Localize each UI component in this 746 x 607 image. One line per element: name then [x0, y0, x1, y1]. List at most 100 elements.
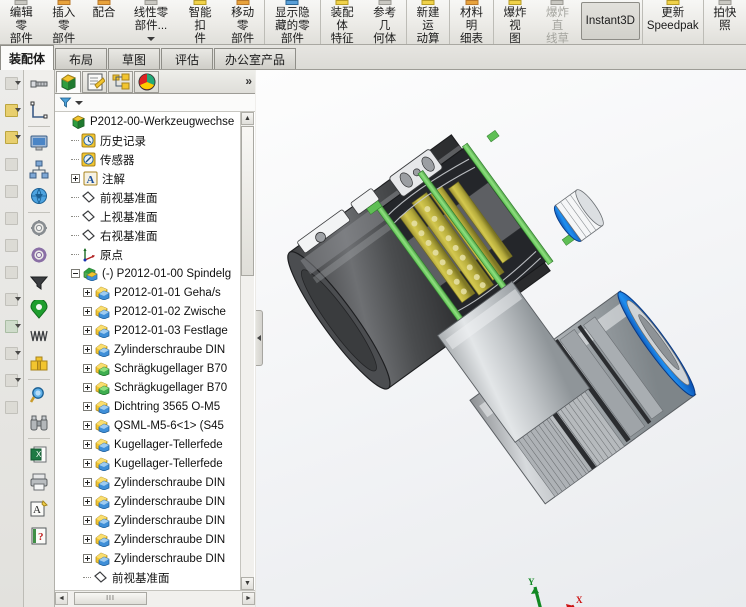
chevron-down-icon[interactable]: [15, 351, 21, 355]
tree-node[interactable]: Zylinderschraube DIN: [55, 530, 255, 549]
toolbar-b-slot-1[interactable]: [24, 97, 54, 124]
sketch-corner-icon[interactable]: [29, 101, 49, 121]
tree-node[interactable]: Zylinderschraube DIN: [55, 492, 255, 511]
ribbon-item-instant3d-icon[interactable]: Instant3D: [580, 2, 640, 40]
gear-settings-icon[interactable]: [29, 219, 49, 239]
toolbox-icon[interactable]: [29, 354, 49, 374]
ribbon-item-reference-geometry-icon[interactable]: 参考几 何体: [363, 0, 405, 44]
tree-node[interactable]: Dichtring 3565 O-M5: [55, 397, 255, 416]
chevron-down-icon[interactable]: [146, 37, 155, 41]
horizontal-scroll-thumb[interactable]: III: [74, 592, 147, 605]
excel-sheet-icon[interactable]: X: [29, 445, 49, 465]
toolbar-a-slot-9[interactable]: [0, 313, 23, 340]
printer-icon[interactable]: [29, 472, 49, 492]
bolt-icon[interactable]: [29, 74, 49, 94]
toolbar-a-slot-0[interactable]: [0, 70, 23, 97]
assembly-tree-icon[interactable]: [29, 160, 49, 180]
toolbar-a-slot-8[interactable]: [0, 286, 23, 313]
command-tab-0[interactable]: 装配体: [0, 45, 54, 70]
ghost-blue-icon[interactable]: [5, 401, 18, 414]
tree-node[interactable]: 原点: [55, 245, 255, 264]
vertical-scroll-thumb[interactable]: [241, 126, 254, 276]
chevron-down-icon[interactable]: [15, 297, 21, 301]
toolbar-b-slot-17[interactable]: X: [24, 441, 54, 468]
toolbar-b-slot-0[interactable]: [24, 70, 54, 97]
magnifier-icon[interactable]: [29, 386, 49, 406]
tree-node[interactable]: P2012-01-02 Zwische: [55, 302, 255, 321]
toolbar-a-slot-1[interactable]: [0, 97, 23, 124]
ghost-gray-icon[interactable]: [5, 239, 18, 252]
toolbar-a-slot-4[interactable]: [0, 178, 23, 205]
tree-node[interactable]: Schrägkugellager B70: [55, 378, 255, 397]
ribbon-item-insert-component-icon[interactable]: 插入零 部件: [42, 0, 84, 44]
ribbon-item-exploded-view-icon[interactable]: 爆炸视 图: [492, 0, 536, 44]
ribbon-item-edit-component-icon[interactable]: 编辑零 部件: [0, 0, 42, 44]
toolbar-a-slot-10[interactable]: [0, 340, 23, 367]
ribbon-item-assembly-feature-icon[interactable]: 装配体 特征: [319, 0, 363, 44]
tree-node[interactable]: A 注解: [55, 169, 255, 188]
feature-manager-tab-feature-manager-icon[interactable]: [56, 71, 81, 93]
expand-node-button[interactable]: [83, 402, 92, 411]
chevron-down-icon[interactable]: [15, 324, 21, 328]
expand-node-button[interactable]: [83, 421, 92, 430]
tree-node[interactable]: QSML-M5-6<1> (S45: [55, 416, 255, 435]
expand-node-button[interactable]: [83, 288, 92, 297]
funnel-icon[interactable]: [29, 273, 49, 293]
help-doc-icon[interactable]: ?: [29, 526, 49, 546]
ribbon-item-explode-line-sketch-icon[interactable]: 爆炸直 线草图: [536, 0, 578, 44]
toolbar-b-slot-18[interactable]: [24, 468, 54, 495]
toolbar-b-slot-9[interactable]: [24, 269, 54, 296]
expand-node-button[interactable]: [83, 459, 92, 468]
scroll-left-arrow[interactable]: ◄: [55, 592, 68, 605]
toolbar-b-slot-15[interactable]: [24, 409, 54, 436]
cad-model-spindle-assembly[interactable]: X Y Z: [256, 70, 746, 607]
filter-funnel-icon[interactable]: [59, 96, 72, 109]
chevron-down-icon[interactable]: [15, 378, 21, 382]
tree-node[interactable]: P2012-01-01 Geha/s: [55, 283, 255, 302]
chevron-down-icon[interactable]: [15, 81, 21, 85]
toolbar-b-slot-3[interactable]: [24, 129, 54, 156]
toolbar-b-slot-10[interactable]: [24, 296, 54, 323]
feature-manager-tab-property-manager-icon[interactable]: [82, 71, 107, 93]
ribbon-item-new-motion-study-icon[interactable]: 新建运 动算例: [405, 0, 449, 44]
graphics-viewport[interactable]: X Y Z: [256, 70, 746, 607]
tree-node[interactable]: 历史记录: [55, 131, 255, 150]
command-tab-1[interactable]: 布局: [55, 48, 107, 69]
chevron-down-icon[interactable]: [15, 135, 21, 139]
ghost-gray-icon[interactable]: [5, 212, 18, 225]
gear-purple-icon[interactable]: [29, 246, 49, 266]
location-pin-icon[interactable]: [29, 299, 49, 320]
more-tabs-button[interactable]: »: [245, 74, 252, 88]
tree-node[interactable]: 传感器: [55, 150, 255, 169]
scroll-right-arrow[interactable]: ►: [242, 592, 255, 605]
toolbar-a-slot-5[interactable]: [0, 205, 23, 232]
tree-node[interactable]: Zylinderschraube DIN: [55, 549, 255, 568]
toolbar-b-slot-8[interactable]: [24, 242, 54, 269]
ribbon-item-bill-of-materials-icon[interactable]: 材料明 细表: [449, 0, 492, 44]
tree-node[interactable]: Zylinderschraube DIN: [55, 511, 255, 530]
scroll-down-arrow[interactable]: ▼: [241, 577, 254, 590]
tree-vertical-scrollbar[interactable]: ▲ ▼: [240, 112, 254, 590]
command-tab-4[interactable]: 办公室产品: [214, 48, 296, 69]
expand-node-button[interactable]: [83, 497, 92, 506]
scroll-up-arrow[interactable]: ▲: [241, 112, 254, 125]
expand-node-button[interactable]: [83, 554, 92, 563]
ghost-gray-icon[interactable]: [5, 185, 18, 198]
ribbon-item-move-component-icon[interactable]: 移动零 部件: [221, 0, 263, 44]
expand-node-button[interactable]: [71, 174, 80, 183]
tree-filter-bar[interactable]: [55, 94, 255, 112]
command-tab-2[interactable]: 草图: [108, 48, 160, 69]
chevron-down-icon[interactable]: [75, 100, 83, 105]
tree-node[interactable]: 上视基准面: [55, 207, 255, 226]
spring-icon[interactable]: [29, 327, 49, 347]
annotate-a-icon[interactable]: A: [29, 499, 49, 519]
toolbar-a-slot-6[interactable]: [0, 232, 23, 259]
toolbar-b-slot-20[interactable]: ?: [24, 522, 54, 549]
ribbon-item-update-speedpak-icon[interactable]: 更新 Speedpak: [641, 0, 703, 44]
feature-tree[interactable]: P2012-00-Werkzeugwechse 历史记录 传感器 A 注解 前视基准面 上视…: [55, 112, 255, 590]
toolbar-b-slot-5[interactable]: [24, 183, 54, 210]
tree-node[interactable]: 前视基准面: [55, 188, 255, 207]
toolbar-a-slot-12[interactable]: [0, 394, 23, 421]
toolbar-b-slot-12[interactable]: [24, 350, 54, 377]
toolbar-b-slot-4[interactable]: [24, 156, 54, 183]
